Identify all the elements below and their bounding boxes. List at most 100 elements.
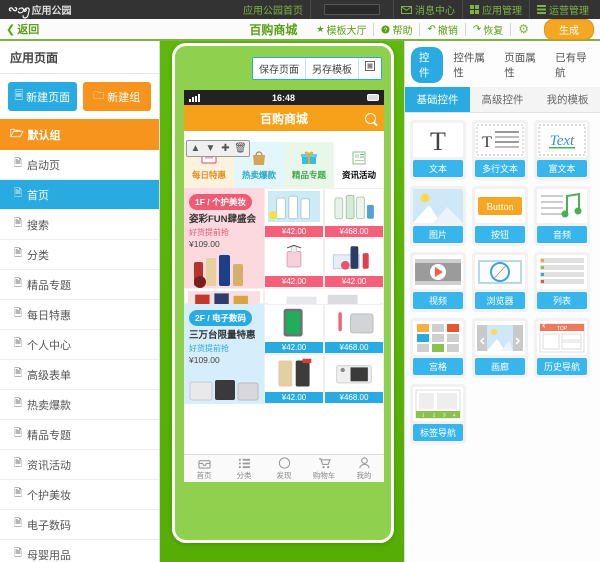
widget-画廊[interactable]: 画廊 (472, 318, 528, 378)
tabbar-item-mine[interactable]: 我的 (344, 455, 384, 482)
panel-subtab-1[interactable]: 高级控件 (470, 87, 535, 112)
widget-label: 浏览器 (475, 292, 525, 309)
sidebar-item-label: 启动页 (27, 159, 61, 172)
sidebar-item-label: 每日特惠 (27, 309, 72, 322)
help-button[interactable]: ? 帮助 (374, 22, 421, 37)
topbar-item-operations[interactable]: 运营管理 (529, 0, 596, 19)
tabbar-item-category[interactable]: 分类 (224, 455, 264, 482)
topbar-menu: 应用公园首页 消息中心 应用管理 运营管理 (236, 0, 596, 19)
list-icon (537, 255, 587, 289)
sidebar-item-4[interactable]: 🗎 精品专题 (0, 270, 159, 300)
widget-图片[interactable]: 图片 (410, 186, 466, 246)
page-doc-icon: 🗎 (14, 338, 23, 349)
widget-视频[interactable]: 视频 (410, 252, 466, 312)
product-card[interactable]: ¥42.00 (264, 354, 324, 404)
widget-富文本[interactable]: Text 富文本 (534, 120, 590, 180)
widget-宫格[interactable]: 宫格 (410, 318, 466, 378)
grid-icon (413, 321, 463, 355)
widget-浏览器[interactable]: 浏览器 (472, 252, 528, 312)
floor-1-products: ¥42.00 ¥468.00 ¥42.00 ¥42.00 (264, 188, 384, 288)
floor-1-promo[interactable]: 1F / 个护美妆 姿彩FUN肆盛会 好货提前抢 ¥109.00 (184, 188, 264, 288)
redo-button[interactable]: ↷ 恢复 (466, 22, 512, 37)
svg-text:T: T (482, 134, 492, 151)
panel-tab-3[interactable]: 已有导航 (547, 47, 596, 83)
phone-app-header: 百购商城 (184, 105, 384, 131)
back-button[interactable]: ❮ 返回 (6, 21, 39, 37)
widget-多行文本[interactable]: T 多行文本 (472, 120, 528, 180)
template-hall-button[interactable]: ★ 模板大厅 (309, 22, 375, 37)
topbar-item-messages[interactable]: 消息中心 (393, 0, 462, 19)
generate-button[interactable]: 生成 (544, 18, 594, 40)
floor-2-promo-image (189, 380, 259, 401)
page-doc-icon: 🗎 (14, 218, 23, 229)
sidebar-item-2[interactable]: 🗎 搜索 (0, 210, 159, 240)
sidebar-item-5[interactable]: 🗎 每日特惠 (0, 300, 159, 330)
product-card[interactable]: ¥42.00 (264, 188, 324, 238)
new-group-button[interactable]: 🗀 新建组 (82, 82, 151, 111)
question-icon: ? (381, 24, 391, 33)
cart-icon (318, 457, 331, 468)
add-widget-button[interactable]: ✚ (218, 142, 233, 155)
panel-subtab-2[interactable]: 我的模板 (535, 87, 600, 112)
strip-item[interactable] (264, 288, 384, 321)
topbar-search-wrap (310, 0, 393, 19)
search-icon[interactable] (365, 112, 376, 124)
widget-音频[interactable]: 音频 (534, 186, 590, 246)
new-page-button[interactable]: 🗏 新建页面 (8, 82, 77, 111)
tabbar-item-cart[interactable]: 购物车 (304, 455, 344, 482)
product-card[interactable]: ¥42.00 (264, 304, 324, 354)
topbar-item-home[interactable]: 应用公园首页 (236, 0, 310, 19)
panel-subtab-0[interactable]: 基础控件 (405, 87, 470, 112)
widget-文本[interactable]: T 文本 (410, 120, 466, 180)
move-down-button[interactable]: ▼ (203, 142, 218, 155)
delete-widget-button[interactable]: 🗑 (233, 142, 248, 155)
widget-按钮[interactable]: Button 按钮 (472, 186, 528, 246)
sidebar-item-12[interactable]: 🗎 电子数码 (0, 510, 159, 540)
save-page-button[interactable]: 保存页面 (253, 58, 306, 79)
panel-tab-1[interactable]: 控件属性 (445, 47, 494, 83)
product-image (328, 307, 380, 339)
settings-button[interactable]: ⚙ (511, 22, 536, 36)
panel-tab-2[interactable]: 页面属性 (496, 47, 545, 83)
floor-2-promo[interactable]: 2F / 电子数码 三万台限量特惠 好货提前抢 ¥109.00 (184, 304, 264, 404)
widget-label: 视频 (413, 292, 463, 309)
product-card[interactable]: ¥42.00 (264, 238, 324, 288)
topbar-item-app-management[interactable]: 应用管理 (462, 0, 529, 19)
preview-button[interactable] (359, 58, 381, 79)
tabbar-item-discover[interactable]: 发现 (264, 455, 304, 482)
sidebar-item-7[interactable]: 🗎 高级表单 (0, 360, 159, 390)
widget-列表[interactable]: 列表 (534, 252, 590, 312)
folder-open-icon: 🗁 (10, 128, 24, 140)
sidebar-group-default[interactable]: 🗁 默认组 (0, 119, 159, 150)
sidebar-item-6[interactable]: 🗎 个人中心 (0, 330, 159, 360)
sidebar-item-13[interactable]: 🗎 母婴用品 (0, 540, 159, 562)
topbar-search-input[interactable] (324, 4, 380, 15)
product-card[interactable]: ¥468.00 (324, 188, 384, 238)
sidebar-item-label: 精品专题 (27, 279, 72, 292)
strip-item[interactable] (184, 288, 264, 311)
move-up-button[interactable]: ▲ (188, 142, 203, 155)
save-template-button[interactable]: 另存模板 (306, 58, 359, 79)
sidebar-item-9[interactable]: 🗎 精品专题 (0, 420, 159, 450)
brand-logo[interactable]: ∾၁၅ 应用公园 (4, 1, 72, 19)
sidebar-item-8[interactable]: 🗎 热卖爆款 (0, 390, 159, 420)
product-price: ¥42.00 (265, 276, 323, 287)
quicknav-item-premium[interactable]: 精品专题 (284, 142, 334, 188)
widget-历史导航[interactable]: TOP 历史导航 (534, 318, 590, 378)
product-card[interactable]: ¥468.00 (324, 304, 384, 354)
tabbar-item-home[interactable]: 首页 (184, 455, 224, 482)
quicknav-item-news[interactable]: 资讯活动 (334, 142, 384, 188)
product-card[interactable]: ¥42.00 (324, 238, 384, 288)
sidebar-item-1[interactable]: 🗎 首页 (0, 180, 159, 210)
sidebar-item-10[interactable]: 🗎 资讯活动 (0, 450, 159, 480)
svg-text:T: T (430, 127, 446, 156)
sidebar-item-3[interactable]: 🗎 分类 (0, 240, 159, 270)
product-image (268, 357, 320, 389)
panel-tab-0[interactable]: 控件 (411, 47, 444, 83)
product-card[interactable]: ¥468.00 (324, 354, 384, 404)
undo-button[interactable]: ↶ 撤销 (420, 22, 466, 37)
widget-标签导航[interactable]: 1 2 3 4 标签导航 (410, 384, 466, 444)
sidebar-item-11[interactable]: 🗎 个护美妆 (0, 480, 159, 510)
page-doc-icon: 🗎 (14, 518, 23, 529)
sidebar-item-0[interactable]: 🗎 启动页 (0, 150, 159, 180)
